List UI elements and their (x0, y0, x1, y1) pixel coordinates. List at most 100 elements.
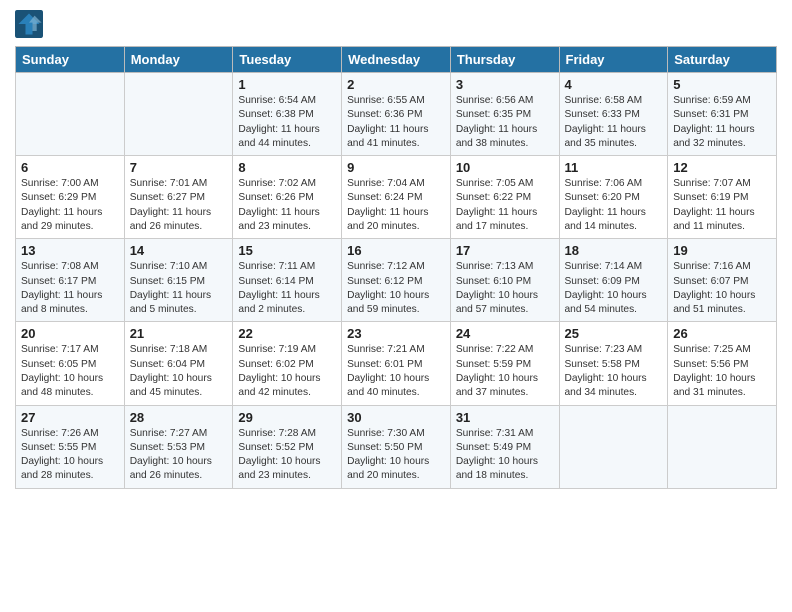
day-info: Sunrise: 7:07 AMSunset: 6:19 PMDaylight:… (673, 177, 771, 234)
calendar-cell (559, 405, 668, 488)
day-number: 29 (238, 410, 336, 425)
calendar-table: SundayMondayTuesdayWednesdayThursdayFrid… (15, 46, 777, 489)
col-header-monday: Monday (124, 47, 233, 73)
calendar-cell: 27 Sunrise: 7:26 AMSunset: 5:55 PMDayligh… (16, 405, 125, 488)
calendar-cell (16, 73, 125, 156)
calendar-cell: 28 Sunrise: 7:27 AMSunset: 5:53 PMDayligh… (124, 405, 233, 488)
calendar-cell: 9 Sunrise: 7:04 AMSunset: 6:24 PMDaylight… (342, 156, 451, 239)
logo (15, 10, 47, 38)
day-number: 1 (238, 77, 336, 92)
day-number: 9 (347, 160, 445, 175)
header-row: SundayMondayTuesdayWednesdayThursdayFrid… (16, 47, 777, 73)
calendar-header: SundayMondayTuesdayWednesdayThursdayFrid… (16, 47, 777, 73)
calendar-cell: 16Sunrise: 7:12 AMSunset: 6:12 PMDayligh… (342, 239, 451, 322)
day-number: 28 (130, 410, 228, 425)
calendar-cell: 4 Sunrise: 6:58 AMSunset: 6:33 PMDaylight… (559, 73, 668, 156)
day-info: Sunrise: 7:12 AMSunset: 6:12 PMDaylight:… (347, 260, 445, 317)
day-info: Sunrise: 7:11 AMSunset: 6:14 PMDaylight:… (238, 260, 336, 317)
day-number: 22 (238, 326, 336, 341)
calendar-cell: 12 Sunrise: 7:07 AMSunset: 6:19 PMDayligh… (668, 156, 777, 239)
calendar-cell: 30 Sunrise: 7:30 AMSunset: 5:50 PMDayligh… (342, 405, 451, 488)
calendar-cell: 8 Sunrise: 7:02 AMSunset: 6:26 PMDaylight… (233, 156, 342, 239)
calendar-cell: 15 Sunrise: 7:11 AMSunset: 6:14 PMDayligh… (233, 239, 342, 322)
day-number: 30 (347, 410, 445, 425)
calendar-cell: 26Sunrise: 7:25 AMSunset: 5:56 PMDayligh… (668, 322, 777, 405)
col-header-sunday: Sunday (16, 47, 125, 73)
calendar-week-3: 13 Sunrise: 7:08 AMSunset: 6:17 PMDayligh… (16, 239, 777, 322)
day-info: Sunrise: 7:19 AMSunset: 6:02 PMDaylight:… (238, 343, 336, 400)
day-info: Sunrise: 7:06 AMSunset: 6:20 PMDaylight:… (565, 177, 663, 234)
calendar-cell: 6 Sunrise: 7:00 AMSunset: 6:29 PMDaylight… (16, 156, 125, 239)
day-info: Sunrise: 7:17 AMSunset: 6:05 PMDaylight:… (21, 343, 119, 400)
calendar-cell: 19 Sunrise: 7:16 AMSunset: 6:07 PMDayligh… (668, 239, 777, 322)
day-info: Sunrise: 7:22 AMSunset: 5:59 PMDaylight:… (456, 343, 554, 400)
day-info: Sunrise: 6:54 AMSunset: 6:38 PMDaylight:… (238, 94, 336, 151)
calendar-cell: 1 Sunrise: 6:54 AMSunset: 6:38 PMDaylight… (233, 73, 342, 156)
day-info: Sunrise: 7:16 AMSunset: 6:07 PMDaylight:… (673, 260, 771, 317)
day-info: Sunrise: 7:01 AMSunset: 6:27 PMDaylight:… (130, 177, 228, 234)
day-number: 5 (673, 77, 771, 92)
day-number: 13 (21, 243, 119, 258)
day-info: Sunrise: 7:14 AMSunset: 6:09 PMDaylight:… (565, 260, 663, 317)
calendar-week-2: 6 Sunrise: 7:00 AMSunset: 6:29 PMDaylight… (16, 156, 777, 239)
day-info: Sunrise: 7:02 AMSunset: 6:26 PMDaylight:… (238, 177, 336, 234)
day-info: Sunrise: 7:13 AMSunset: 6:10 PMDaylight:… (456, 260, 554, 317)
calendar-cell: 22 Sunrise: 7:19 AMSunset: 6:02 PMDayligh… (233, 322, 342, 405)
day-number: 26 (673, 326, 771, 341)
day-number: 19 (673, 243, 771, 258)
day-info: Sunrise: 7:10 AMSunset: 6:15 PMDaylight:… (130, 260, 228, 317)
col-header-thursday: Thursday (450, 47, 559, 73)
header (15, 10, 777, 38)
calendar-body: 1 Sunrise: 6:54 AMSunset: 6:38 PMDaylight… (16, 73, 777, 489)
day-number: 15 (238, 243, 336, 258)
calendar-cell (124, 73, 233, 156)
calendar-week-1: 1 Sunrise: 6:54 AMSunset: 6:38 PMDaylight… (16, 73, 777, 156)
calendar-cell: 13 Sunrise: 7:08 AMSunset: 6:17 PMDayligh… (16, 239, 125, 322)
day-number: 21 (130, 326, 228, 341)
day-info: Sunrise: 7:21 AMSunset: 6:01 PMDaylight:… (347, 343, 445, 400)
day-number: 20 (21, 326, 119, 341)
calendar-cell: 29 Sunrise: 7:28 AMSunset: 5:52 PMDayligh… (233, 405, 342, 488)
logo-icon (15, 10, 43, 38)
day-info: Sunrise: 7:00 AMSunset: 6:29 PMDaylight:… (21, 177, 119, 234)
day-info: Sunrise: 7:30 AMSunset: 5:50 PMDaylight:… (347, 427, 445, 484)
calendar-cell: 3Sunrise: 6:56 AMSunset: 6:35 PMDaylight… (450, 73, 559, 156)
day-info: Sunrise: 7:26 AMSunset: 5:55 PMDaylight:… (21, 427, 119, 484)
day-info: Sunrise: 7:28 AMSunset: 5:52 PMDaylight:… (238, 427, 336, 484)
day-number: 25 (565, 326, 663, 341)
day-number: 10 (456, 160, 554, 175)
calendar-cell: 21Sunrise: 7:18 AMSunset: 6:04 PMDayligh… (124, 322, 233, 405)
calendar-cell: 10 Sunrise: 7:05 AMSunset: 6:22 PMDayligh… (450, 156, 559, 239)
calendar-cell: 7 Sunrise: 7:01 AMSunset: 6:27 PMDaylight… (124, 156, 233, 239)
day-number: 27 (21, 410, 119, 425)
day-number: 23 (347, 326, 445, 341)
day-info: Sunrise: 7:04 AMSunset: 6:24 PMDaylight:… (347, 177, 445, 234)
day-number: 31 (456, 410, 554, 425)
day-number: 24 (456, 326, 554, 341)
col-header-friday: Friday (559, 47, 668, 73)
day-number: 11 (565, 160, 663, 175)
day-info: Sunrise: 7:27 AMSunset: 5:53 PMDaylight:… (130, 427, 228, 484)
day-number: 18 (565, 243, 663, 258)
day-info: Sunrise: 7:05 AMSunset: 6:22 PMDaylight:… (456, 177, 554, 234)
calendar-week-4: 20 Sunrise: 7:17 AMSunset: 6:05 PMDayligh… (16, 322, 777, 405)
calendar-cell: 20 Sunrise: 7:17 AMSunset: 6:05 PMDayligh… (16, 322, 125, 405)
calendar-week-5: 27 Sunrise: 7:26 AMSunset: 5:55 PMDayligh… (16, 405, 777, 488)
day-number: 6 (21, 160, 119, 175)
day-info: Sunrise: 6:55 AMSunset: 6:36 PMDaylight:… (347, 94, 445, 151)
calendar-cell: 18 Sunrise: 7:14 AMSunset: 6:09 PMDayligh… (559, 239, 668, 322)
day-number: 8 (238, 160, 336, 175)
page: SundayMondayTuesdayWednesdayThursdayFrid… (0, 0, 792, 499)
col-header-tuesday: Tuesday (233, 47, 342, 73)
day-number: 7 (130, 160, 228, 175)
calendar-cell: 11 Sunrise: 7:06 AMSunset: 6:20 PMDayligh… (559, 156, 668, 239)
day-info: Sunrise: 7:08 AMSunset: 6:17 PMDaylight:… (21, 260, 119, 317)
day-number: 12 (673, 160, 771, 175)
col-header-wednesday: Wednesday (342, 47, 451, 73)
day-number: 4 (565, 77, 663, 92)
day-info: Sunrise: 6:58 AMSunset: 6:33 PMDaylight:… (565, 94, 663, 151)
day-info: Sunrise: 6:56 AMSunset: 6:35 PMDaylight:… (456, 94, 554, 151)
day-number: 14 (130, 243, 228, 258)
calendar-cell: 14 Sunrise: 7:10 AMSunset: 6:15 PMDayligh… (124, 239, 233, 322)
day-info: Sunrise: 7:31 AMSunset: 5:49 PMDaylight:… (456, 427, 554, 484)
